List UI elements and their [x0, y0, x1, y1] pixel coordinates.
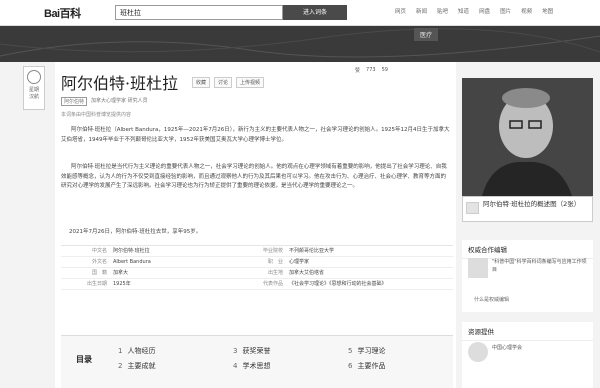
- cps-logo: [468, 342, 488, 362]
- info-row: 外文名 Albert Bandura 职 业 心理学家: [61, 257, 453, 268]
- science-china-logo: [468, 258, 488, 278]
- collect-button[interactable]: 收藏: [192, 77, 211, 88]
- article-main: 阿尔伯特·班杜拉 收藏 讨论 上传视频 赞 773 59 阿尔伯特 加拿大心理学…: [55, 62, 456, 388]
- banner-pattern: [0, 28, 600, 58]
- sidebar-label: 星期 汉航: [28, 87, 39, 100]
- portrait-photo[interactable]: [462, 78, 593, 196]
- upload-video-button[interactable]: 上传视频: [236, 77, 265, 88]
- panel-title: 资源提供: [462, 322, 593, 341]
- meta-tag[interactable]: 阿尔伯特: [61, 97, 88, 106]
- meta-text: 加拿大心理学家 研究人员: [91, 98, 148, 104]
- toc-item[interactable]: 3 获奖荣誉: [233, 346, 270, 356]
- baike-logo[interactable]: Bai百科: [44, 5, 81, 21]
- banner-band: 医疗: [0, 26, 600, 62]
- search-input[interactable]: 班杜拉: [115, 5, 283, 20]
- like-count[interactable]: 赞: [355, 67, 360, 74]
- discuss-button[interactable]: 讨论: [214, 77, 233, 88]
- authority-panel: 权威合作编辑 "科普中国"科学百科词条编写与应用工作项目 什么是权威编辑: [462, 240, 593, 312]
- toc-list: 1 人物经历 2 主要成就 3 获奖荣誉 4 学术思想 5 学习理论 6 主要作品: [113, 341, 443, 385]
- search-button[interactable]: 进入词条: [283, 5, 347, 20]
- top-nav: 网页 新闻 贴吧 知道 网盘 图片 视频 地图: [395, 7, 553, 15]
- nav-item[interactable]: 网盘: [479, 7, 490, 15]
- nav-item[interactable]: 知道: [458, 7, 469, 15]
- nav-item[interactable]: 贴吧: [437, 7, 448, 15]
- article-stats: 赞 773 59: [355, 67, 388, 74]
- panel-text[interactable]: "科普中国"科学百科词条编写与应用工作项目: [492, 258, 588, 274]
- panel-text[interactable]: 中国心理学会: [492, 344, 522, 351]
- toc-item[interactable]: 5 学习理论: [348, 346, 385, 356]
- sidebar-widget[interactable]: 星期 汉航: [23, 66, 45, 110]
- share-count[interactable]: 59: [382, 67, 388, 74]
- photo-caption[interactable]: 阿尔伯特·班杜拉的概述图（2张）: [462, 196, 593, 222]
- info-row: 国 籍 加拿大 出生地 加拿大艾伯塔省: [61, 268, 453, 279]
- view-count: 773: [366, 67, 376, 73]
- death-note: 2021年7月26日，阿尔伯特·班杜拉去世，享年95岁。: [69, 229, 202, 235]
- top-bar: Bai百科 班杜拉 进入词条 网页 新闻 贴吧 知道 网盘 图片 视频 地图: [0, 0, 600, 26]
- heart-icon: [27, 70, 41, 84]
- page-title: 阿尔伯特·班杜拉: [61, 74, 179, 93]
- portrait-image: [462, 78, 593, 196]
- info-row: 中文名 阿尔伯特·班杜拉 毕业院校 不列颠哥伦比亚大学: [61, 246, 453, 257]
- summary-paragraph: 阿尔伯特·班杜拉是当代行为主义理论的重要代表人物之一，社会学习理论的创始人。他的…: [61, 164, 447, 189]
- resource-panel: 资源提供 中国心理学会: [462, 322, 593, 388]
- info-row: 出生日期 1925年 代表作品 《社会学习理论》《思想和行动的社会基础》: [61, 279, 453, 290]
- info-box: 中文名 阿尔伯特·班杜拉 毕业院校 不列颠哥伦比亚大学 外文名 Albert B…: [61, 245, 453, 290]
- summary-paragraph: 阿尔伯特·班杜拉（Albert Bandura，1925年—2021年7月26日…: [61, 127, 450, 143]
- meta-line: 阿尔伯特 加拿大心理学家 研究人员: [61, 97, 148, 106]
- nav-item[interactable]: 视频: [521, 7, 532, 15]
- authority-link[interactable]: 什么是权威编辑: [474, 296, 509, 303]
- table-of-contents: 目录 1 人物经历 2 主要成就 3 获奖荣誉 4 学术思想 5 学习理论 6 主要作品: [61, 335, 453, 388]
- source-notice: 本词条由中国科普博览提供内容: [61, 112, 132, 118]
- toc-item[interactable]: 6 主要作品: [348, 361, 385, 371]
- nav-item[interactable]: 图片: [500, 7, 511, 15]
- panel-title: 权威合作编辑: [462, 240, 593, 259]
- toc-label: 目录: [76, 355, 92, 364]
- toc-item[interactable]: 1 人物经历: [118, 346, 155, 356]
- nav-item[interactable]: 地图: [542, 7, 553, 15]
- toc-item[interactable]: 2 主要成就: [118, 361, 155, 371]
- toc-item[interactable]: 4 学术思想: [233, 361, 270, 371]
- nav-item[interactable]: 新闻: [416, 7, 427, 15]
- tab-medical[interactable]: 医疗: [414, 28, 439, 41]
- gallery-icon: [466, 202, 479, 214]
- article-actions: 收藏 讨论 上传视频: [192, 77, 265, 88]
- nav-item[interactable]: 网页: [395, 7, 406, 15]
